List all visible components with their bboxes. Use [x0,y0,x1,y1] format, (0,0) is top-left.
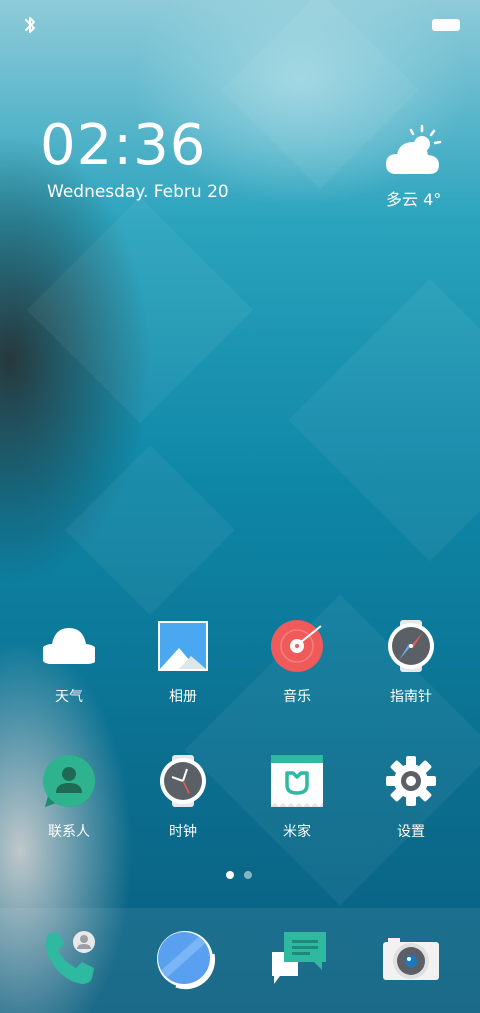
app-label: 米家 [283,824,311,840]
gallery-icon [158,621,208,671]
app-mijia[interactable]: 米家 [240,755,354,861]
app-label: 天气 [55,689,83,705]
page-dot-active[interactable] [226,871,234,879]
partly-cloudy-icon[interactable] [384,124,444,180]
app-compass[interactable]: 指南针 [354,620,468,726]
weather-text[interactable]: 多云 4° [386,186,441,210]
app-weather[interactable]: 天气 [12,620,126,726]
app-label: 设置 [397,824,425,840]
app-music[interactable]: 音乐 [240,620,354,726]
settings-gear-icon [386,756,436,806]
app-label: 相册 [169,689,197,705]
camera-icon[interactable] [380,928,442,990]
clock-icon [160,755,206,807]
dock [0,908,480,1013]
app-contacts[interactable]: 联系人 [12,755,126,861]
browser-icon[interactable] [154,928,216,990]
compass-icon [388,620,434,672]
page-indicator[interactable] [226,870,256,880]
music-disc-icon [271,620,323,672]
contacts-icon [43,755,95,807]
app-label: 音乐 [283,689,311,705]
app-gallery[interactable]: 相册 [126,620,240,726]
clock-time[interactable]: 02:36 [40,118,206,174]
page-dot[interactable] [244,871,252,879]
clock-date[interactable]: Wednesday. Febru 20 [47,182,229,202]
messages-icon[interactable] [268,928,330,990]
mijia-icon [271,755,323,807]
app-clock[interactable]: 时钟 [126,755,240,861]
status-bar [0,0,480,50]
battery-icon [432,19,460,31]
phone-icon[interactable] [40,928,102,990]
app-label: 联系人 [48,824,90,840]
app-settings[interactable]: 设置 [354,755,468,861]
app-label: 指南针 [390,689,432,705]
bluetooth-icon [25,17,35,33]
weather-cloud-icon [43,628,95,664]
app-label: 时钟 [169,824,197,840]
